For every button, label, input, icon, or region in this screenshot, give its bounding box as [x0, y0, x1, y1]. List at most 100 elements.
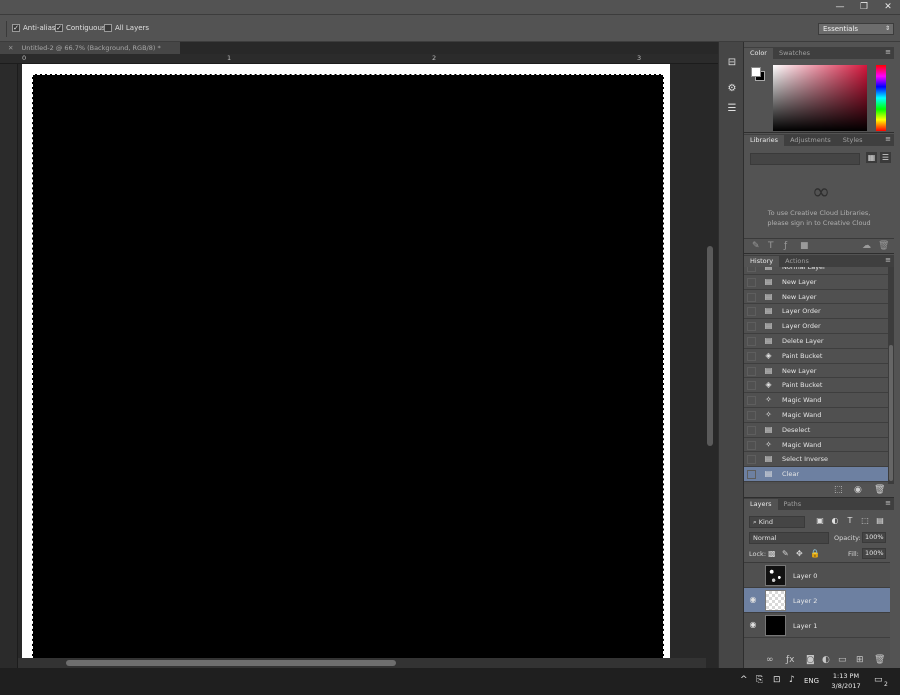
tab-paths[interactable]: Paths [778, 499, 808, 510]
document-canvas[interactable] [22, 64, 670, 664]
layer-row[interactable]: Layer 0 [744, 563, 890, 588]
history-source-toggle[interactable] [747, 366, 756, 376]
action-center-icon[interactable]: ▭ [874, 675, 883, 685]
lock-transparent-icon[interactable]: ▩ [768, 549, 776, 558]
history-state[interactable]: ▤ Select Inverse [744, 452, 888, 468]
vertical-scrollbar[interactable] [706, 64, 714, 668]
pixel-filter-icon[interactable]: ▣ [815, 516, 825, 526]
properties-icon[interactable]: ⊟ [725, 56, 739, 70]
foreground-color-swatch[interactable] [751, 67, 761, 77]
color-field[interactable] [773, 65, 867, 131]
shape-filter-icon[interactable]: ⬚ [860, 516, 870, 526]
history-source-toggle[interactable] [747, 292, 756, 302]
add-fill-icon[interactable]: ■ [800, 241, 809, 251]
canvas-viewport[interactable] [18, 64, 706, 668]
history-state[interactable]: ▤ Layer Order [744, 304, 888, 320]
history-state[interactable]: ▤ Delete Layer [744, 334, 888, 349]
history-source-toggle[interactable] [747, 307, 756, 317]
tab-color[interactable]: Color [744, 48, 773, 59]
history-source-toggle[interactable] [747, 470, 756, 480]
anti-alias-checkbox[interactable]: ✓ [12, 24, 20, 32]
lock-position-icon[interactable]: ✥ [796, 549, 803, 558]
opacity-input[interactable]: 100% [862, 532, 886, 543]
minimize-button[interactable]: — [828, 0, 852, 14]
tab-styles[interactable]: Styles [837, 135, 869, 146]
layers-list[interactable]: Layer 0 ◉ Layer 2 ◉ Layer 1 [744, 562, 890, 660]
panel-menu-icon[interactable]: ≡ [885, 499, 891, 507]
delete-icon[interactable]: 🗑 [878, 241, 889, 251]
horizontal-ruler[interactable]: 0 1 2 3 [0, 54, 718, 64]
grid-view-icon[interactable]: ▦ [866, 152, 877, 163]
history-source-toggle[interactable] [747, 351, 756, 361]
history-source-toggle[interactable] [747, 336, 756, 346]
workspace-switcher[interactable]: Essentials ⇕ [818, 23, 894, 35]
add-mask-icon[interactable]: ◙ [806, 655, 815, 665]
history-state[interactable]: ✧ Magic Wand [744, 438, 888, 453]
add-graphic-icon[interactable]: ✎ [752, 241, 760, 251]
history-state[interactable]: ▤ Normal Layer [744, 267, 888, 275]
tab-actions[interactable]: Actions [779, 256, 815, 267]
restore-button[interactable]: ❐ [852, 0, 876, 14]
smart-object-filter-icon[interactable]: ▤ [875, 516, 885, 526]
contiguous-checkbox[interactable]: ✓ [55, 24, 63, 32]
history-source-toggle[interactable] [747, 425, 756, 435]
tab-layers[interactable]: Layers [744, 499, 778, 510]
history-state[interactable]: ▤ New Layer [744, 364, 888, 379]
panel-menu-icon[interactable]: ≡ [885, 256, 891, 264]
power-icon[interactable]: ⎘ [756, 675, 763, 685]
lock-all-icon[interactable]: 🔒 [810, 549, 820, 558]
tab-history[interactable]: History [744, 256, 780, 267]
all-layers-checkbox[interactable] [104, 24, 112, 32]
history-state[interactable]: ◈ Paint Bucket [744, 349, 888, 364]
history-source-toggle[interactable] [747, 381, 756, 391]
layer-style-icon[interactable]: ƒx [786, 655, 795, 665]
link-layers-icon[interactable]: ∞ [766, 655, 774, 665]
tab-adjustments[interactable]: Adjustments [784, 135, 837, 146]
hue-slider[interactable] [876, 65, 886, 131]
history-source-toggle[interactable] [747, 396, 756, 406]
history-state[interactable]: ◈ Paint Bucket [744, 378, 888, 394]
adjustment-layer-icon[interactable]: ◐ [822, 655, 830, 665]
vertical-ruler[interactable] [0, 64, 18, 668]
history-source-toggle[interactable] [747, 455, 756, 465]
network-icon[interactable]: ⊡ [773, 675, 781, 685]
selected-black-fill[interactable] [32, 74, 664, 664]
visibility-eye-icon[interactable]: ◉ [748, 620, 758, 630]
system-clock[interactable]: 1:13 PM 3/8/2017 [820, 671, 872, 691]
add-text-icon[interactable]: T [768, 241, 774, 251]
add-style-icon[interactable]: ƒ [784, 241, 787, 251]
horizontal-scrollbar[interactable] [18, 658, 706, 668]
vertical-scroll-thumb[interactable] [707, 246, 713, 446]
history-source-toggle[interactable] [747, 440, 756, 450]
layer-row[interactable]: ◉ Layer 2 [744, 588, 890, 613]
tab-swatches[interactable]: Swatches [773, 48, 816, 59]
contiguous-option[interactable]: ✓ Contiguous [55, 24, 106, 32]
history-state[interactable]: ▤ Deselect [744, 423, 888, 438]
history-source-toggle[interactable] [747, 267, 756, 272]
type-filter-icon[interactable]: T [845, 516, 855, 526]
brush-presets-icon[interactable]: ⚙ [725, 82, 739, 96]
adjustment-filter-icon[interactable]: ◐ [830, 516, 840, 526]
tab-close-icon[interactable]: ✕ [8, 44, 13, 52]
history-state[interactable]: ▤ New Layer [744, 275, 888, 290]
history-state[interactable]: ▤ New Layer [744, 290, 888, 305]
volume-icon[interactable]: ♪ [789, 675, 795, 685]
sync-icon[interactable]: ☁ [862, 241, 871, 251]
fill-input[interactable]: 100% [862, 548, 886, 559]
visibility-eye-icon[interactable]: ◉ [748, 595, 758, 605]
all-layers-option[interactable]: All Layers [104, 24, 149, 32]
layer-row[interactable]: ◉ Layer 1 [744, 613, 890, 638]
close-button[interactable]: ✕ [876, 0, 900, 14]
history-scrollbar[interactable] [888, 267, 894, 484]
tray-chevron-icon[interactable]: ^ [740, 675, 748, 685]
history-state[interactable]: ✧ Magic Wand [744, 408, 888, 423]
horizontal-scroll-thumb[interactable] [66, 660, 396, 666]
history-source-toggle[interactable] [747, 277, 756, 287]
new-group-icon[interactable]: ▭ [838, 655, 847, 665]
history-state[interactable]: ▤ Clear [744, 467, 888, 482]
list-view-icon[interactable]: ☰ [880, 152, 891, 163]
adjust-sliders-icon[interactable]: ☰ [725, 102, 739, 116]
delete-layer-icon[interactable]: 🗑 [874, 655, 885, 665]
delete-state-icon[interactable]: 🗑 [874, 485, 885, 495]
lock-image-icon[interactable]: ✎ [782, 549, 789, 558]
